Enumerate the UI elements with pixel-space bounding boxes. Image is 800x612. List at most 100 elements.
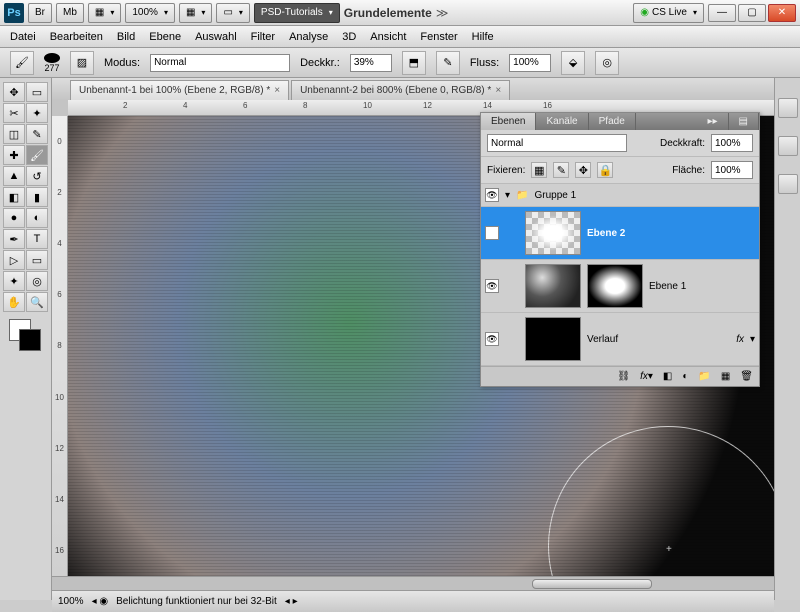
tablet-pressure-icon[interactable]: ✎ [436, 51, 460, 75]
menu-bearbeiten[interactable]: Bearbeiten [50, 31, 103, 43]
tablet-size-icon[interactable]: ◎ [595, 51, 619, 75]
marquee-tool[interactable]: ▭ [26, 82, 48, 102]
visibility-icon[interactable]: 👁 [485, 188, 499, 202]
close-icon[interactable]: × [274, 85, 280, 96]
brush-tool[interactable]: 🖌 [26, 145, 48, 165]
menu-fenster[interactable]: Fenster [420, 31, 457, 43]
menu-ansicht[interactable]: Ansicht [370, 31, 406, 43]
wand-tool[interactable]: ✦ [26, 103, 48, 123]
move-tool[interactable]: ✥ [3, 82, 25, 102]
layer-thumb[interactable] [525, 317, 581, 361]
opacity-panel-input[interactable] [711, 134, 753, 152]
blend-mode-select-panel[interactable] [487, 134, 627, 152]
trash-icon[interactable]: 🗑 [740, 371, 753, 382]
flow-input[interactable] [509, 54, 551, 72]
visibility-icon[interactable]: 👁 [485, 332, 499, 346]
lasso-tool[interactable]: ✂ [3, 103, 25, 123]
layer-name[interactable]: Verlauf [587, 334, 618, 345]
stamp-tool[interactable]: ▲ [3, 166, 25, 186]
fx-icon[interactable]: fx▾ [640, 371, 653, 382]
close-icon[interactable]: × [495, 85, 501, 96]
panel-collapse-icon[interactable]: ▸▸ [698, 113, 729, 130]
opacity-pressure-icon[interactable]: ⬒ [402, 51, 426, 75]
visibility-icon[interactable]: 👁 [485, 226, 499, 240]
panel-tab-pfade[interactable]: Pfade [589, 113, 636, 130]
3d-camera-tool[interactable]: ◎ [26, 271, 48, 291]
doc-tab-1[interactable]: Unbenannt-1 bei 100% (Ebene 2, RGB/8) *× [70, 80, 289, 100]
panel-tab-ebenen[interactable]: Ebenen [481, 113, 536, 130]
layer-name[interactable]: Ebene 1 [649, 281, 686, 292]
layer-name[interactable]: Ebene 2 [587, 228, 625, 239]
zoom-dropdown[interactable]: 100% [125, 3, 175, 23]
status-zoom[interactable]: 100% [58, 596, 84, 607]
airbrush-icon[interactable]: ⬙ [561, 51, 585, 75]
arrange-button[interactable]: ▦ [179, 3, 212, 23]
workspace-more-icon[interactable]: ≫ [436, 6, 449, 20]
layers-panel[interactable]: Ebenen Kanäle Pfade ▸▸ ▤ Deckkraft: Fixi… [480, 112, 760, 387]
heal-tool[interactable]: ✚ [3, 145, 25, 165]
menu-bild[interactable]: Bild [117, 31, 135, 43]
path-select-tool[interactable]: ▷ [3, 250, 25, 270]
mask-icon[interactable]: ◧ [663, 371, 672, 382]
adjustment-icon[interactable]: ◐ [682, 371, 688, 382]
minibridge-button[interactable]: Mb [56, 3, 84, 23]
blur-tool[interactable]: ● [3, 208, 25, 228]
panel-menu-icon[interactable]: ▤ [729, 113, 759, 130]
doc-tab-2[interactable]: Unbenannt-2 bei 800% (Ebene 0, RGB/8) *× [291, 80, 510, 100]
dodge-tool[interactable]: ◐ [26, 208, 48, 228]
maximize-button[interactable]: ▢ [738, 4, 766, 22]
opacity-input[interactable] [350, 54, 392, 72]
crop-tool[interactable]: ◫ [3, 124, 25, 144]
adjustments-panel-icon[interactable] [778, 174, 798, 194]
lock-paint-icon[interactable]: ✎ [553, 162, 569, 178]
color-swatches[interactable] [9, 319, 43, 353]
lock-transparent-icon[interactable]: ▦ [531, 162, 547, 178]
brush-tool-icon[interactable]: 🖌 [10, 51, 34, 75]
fx-badge[interactable]: fx [736, 334, 744, 345]
menu-3d[interactable]: 3D [342, 31, 356, 43]
menu-analyse[interactable]: Analyse [289, 31, 328, 43]
bridge-button[interactable]: Br [28, 3, 52, 23]
menu-auswahl[interactable]: Auswahl [195, 31, 237, 43]
cslive-button[interactable]: ◉ CS Live [633, 3, 704, 23]
group-label[interactable]: Gruppe 1 [534, 190, 576, 201]
layer-thumb[interactable] [525, 264, 581, 308]
zoom-tool[interactable]: 🔍 [26, 292, 48, 312]
screen-mode-button[interactable]: ▭ [216, 3, 249, 23]
3d-tool[interactable]: ✦ [3, 271, 25, 291]
lock-move-icon[interactable]: ✥ [575, 162, 591, 178]
scrollbar-horizontal[interactable] [52, 576, 774, 590]
color-panel-icon[interactable] [778, 136, 798, 156]
new-layer-icon[interactable]: ▦ [721, 371, 730, 382]
chevron-down-icon[interactable]: ▾ [750, 334, 755, 345]
eraser-tool[interactable]: ◧ [3, 187, 25, 207]
minimize-button[interactable]: — [708, 4, 736, 22]
menu-datei[interactable]: Datei [10, 31, 36, 43]
psd-tutorials-button[interactable]: PSD-Tutorials [254, 3, 340, 23]
visibility-icon[interactable]: 👁 [485, 279, 499, 293]
blend-mode-select[interactable] [150, 54, 290, 72]
layer-ebene-1[interactable]: 👁 Ebene 1 [481, 260, 759, 313]
layer-mask-thumb[interactable] [587, 264, 643, 308]
history-brush-tool[interactable]: ↺ [26, 166, 48, 186]
shape-tool[interactable]: ▭ [26, 250, 48, 270]
menu-ebene[interactable]: Ebene [149, 31, 181, 43]
lock-all-icon[interactable]: 🔒 [597, 162, 613, 178]
fill-panel-input[interactable] [711, 161, 753, 179]
menu-hilfe[interactable]: Hilfe [472, 31, 494, 43]
gradient-tool[interactable]: ▮ [26, 187, 48, 207]
chevron-down-icon[interactable]: ▾ [505, 190, 510, 201]
layer-ebene-2[interactable]: 👁 Ebene 2 [481, 207, 759, 260]
group-icon[interactable]: 📁 [698, 371, 710, 382]
view-extras-dropdown[interactable]: ▦ [88, 3, 121, 23]
close-button[interactable]: ✕ [768, 4, 796, 22]
layer-thumb[interactable] [525, 211, 581, 255]
workspace-label[interactable]: Grundelemente [344, 6, 432, 20]
hand-tool[interactable]: ✋ [3, 292, 25, 312]
type-tool[interactable]: T [26, 229, 48, 249]
pen-tool[interactable]: ✒ [3, 229, 25, 249]
brush-panel-toggle[interactable]: ▨ [70, 51, 94, 75]
panel-tab-kanale[interactable]: Kanäle [536, 113, 588, 130]
swatches-panel-icon[interactable] [778, 98, 798, 118]
eyedropper-tool[interactable]: ✎ [26, 124, 48, 144]
